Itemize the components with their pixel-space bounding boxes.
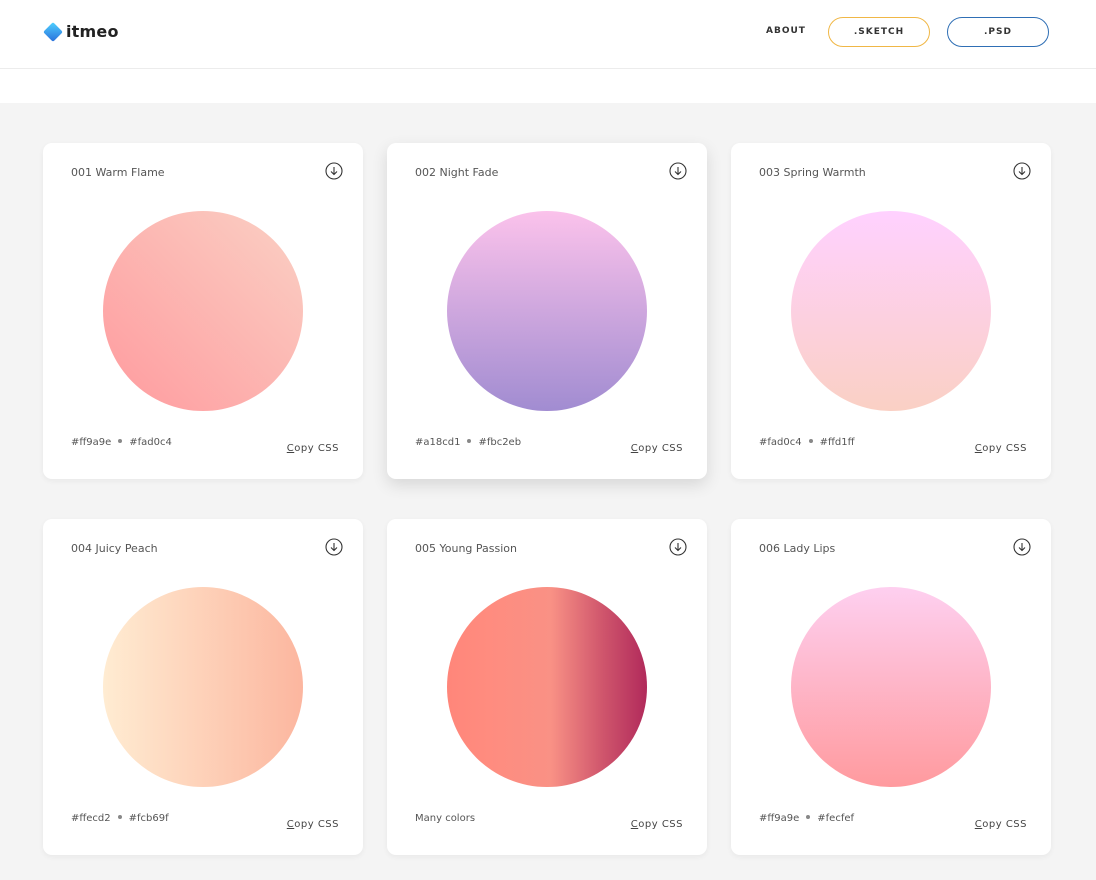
separator-dot bbox=[118, 439, 123, 443]
logo[interactable]: itmeo bbox=[43, 21, 119, 42]
download-icon[interactable] bbox=[669, 162, 687, 180]
gradient-card: 003 Spring Warmth #fad0c4 #ffd1ff Copy C… bbox=[731, 143, 1051, 479]
top-navbar: itmeo ABOUT .SKETCH .PSD bbox=[0, 0, 1096, 69]
gradient-card: 001 Warm Flame #ff9a9e #fad0c4 Copy CSS bbox=[43, 143, 363, 479]
color-codes: #ff9a9e #fad0c4 bbox=[71, 437, 172, 448]
card-title: 004 Juicy Peach bbox=[71, 542, 158, 555]
gradient-card: 004 Juicy Peach #ffecd2 #fcb69f Copy CSS bbox=[43, 519, 363, 855]
copy-css-button[interactable]: Copy CSS bbox=[287, 819, 339, 830]
gradient-swatch bbox=[103, 211, 303, 411]
download-psd-button[interactable]: .PSD bbox=[947, 17, 1049, 47]
separator-dot bbox=[808, 439, 813, 443]
download-icon[interactable] bbox=[669, 538, 687, 556]
color-code[interactable]: #fad0c4 bbox=[759, 437, 802, 448]
card-title: 005 Young Passion bbox=[415, 542, 518, 555]
gradient-card: 002 Night Fade #a18cd1 #fbc2eb Copy CSS bbox=[387, 143, 707, 479]
color-code[interactable]: #a18cd1 bbox=[415, 437, 460, 448]
separator-dot bbox=[806, 815, 811, 819]
header-band bbox=[0, 69, 1096, 103]
gradient-card: 006 Lady Lips #ff9a9e #fecfef Copy CSS bbox=[731, 519, 1051, 855]
logo-text: itmeo bbox=[66, 22, 119, 41]
color-code[interactable]: #ffd1ff bbox=[820, 437, 855, 448]
separator-dot bbox=[467, 439, 472, 443]
color-codes: Many colors bbox=[415, 813, 475, 824]
card-title: 006 Lady Lips bbox=[759, 542, 836, 555]
color-codes: #ff9a9e #fecfef bbox=[759, 813, 854, 824]
color-code[interactable]: #ff9a9e bbox=[71, 437, 111, 448]
copy-css-button[interactable]: Copy CSS bbox=[287, 443, 339, 454]
separator-dot bbox=[117, 815, 122, 819]
download-sketch-button[interactable]: .SKETCH bbox=[828, 17, 930, 47]
color-code[interactable]: #ff9a9e bbox=[759, 813, 799, 824]
download-icon[interactable] bbox=[1013, 538, 1031, 556]
gradient-card: 005 Young Passion Many colors Copy CSS bbox=[387, 519, 707, 855]
gradient-grid: 001 Warm Flame #ff9a9e #fad0c4 Copy CSS … bbox=[0, 103, 1096, 880]
copy-css-button[interactable]: Copy CSS bbox=[631, 443, 683, 454]
card-title: 001 Warm Flame bbox=[71, 166, 165, 179]
download-icon[interactable] bbox=[325, 162, 343, 180]
card-title: 002 Night Fade bbox=[415, 166, 499, 179]
gradient-swatch bbox=[447, 587, 647, 787]
many-colors-label: Many colors bbox=[415, 813, 476, 824]
gradient-swatch bbox=[791, 587, 991, 787]
color-code[interactable]: #fad0c4 bbox=[129, 437, 172, 448]
copy-css-button[interactable]: Copy CSS bbox=[975, 819, 1027, 830]
logo-diamond-icon bbox=[43, 21, 63, 42]
color-code[interactable]: #ffecd2 bbox=[71, 813, 111, 824]
color-code[interactable]: #fbc2eb bbox=[478, 437, 521, 448]
copy-css-button[interactable]: Copy CSS bbox=[975, 443, 1027, 454]
gradient-swatch bbox=[791, 211, 991, 411]
nav-about-link[interactable]: ABOUT bbox=[766, 26, 806, 36]
copy-css-button[interactable]: Copy CSS bbox=[631, 819, 683, 830]
gradient-swatch bbox=[103, 587, 303, 787]
color-code[interactable]: #fecfef bbox=[817, 813, 854, 824]
download-icon[interactable] bbox=[1013, 162, 1031, 180]
color-codes: #fad0c4 #ffd1ff bbox=[759, 437, 854, 448]
download-icon[interactable] bbox=[325, 538, 343, 556]
gradient-swatch bbox=[447, 211, 647, 411]
card-title: 003 Spring Warmth bbox=[759, 166, 866, 179]
color-code[interactable]: #fcb69f bbox=[129, 813, 169, 824]
color-codes: #ffecd2 #fcb69f bbox=[71, 813, 169, 824]
color-codes: #a18cd1 #fbc2eb bbox=[415, 437, 521, 448]
